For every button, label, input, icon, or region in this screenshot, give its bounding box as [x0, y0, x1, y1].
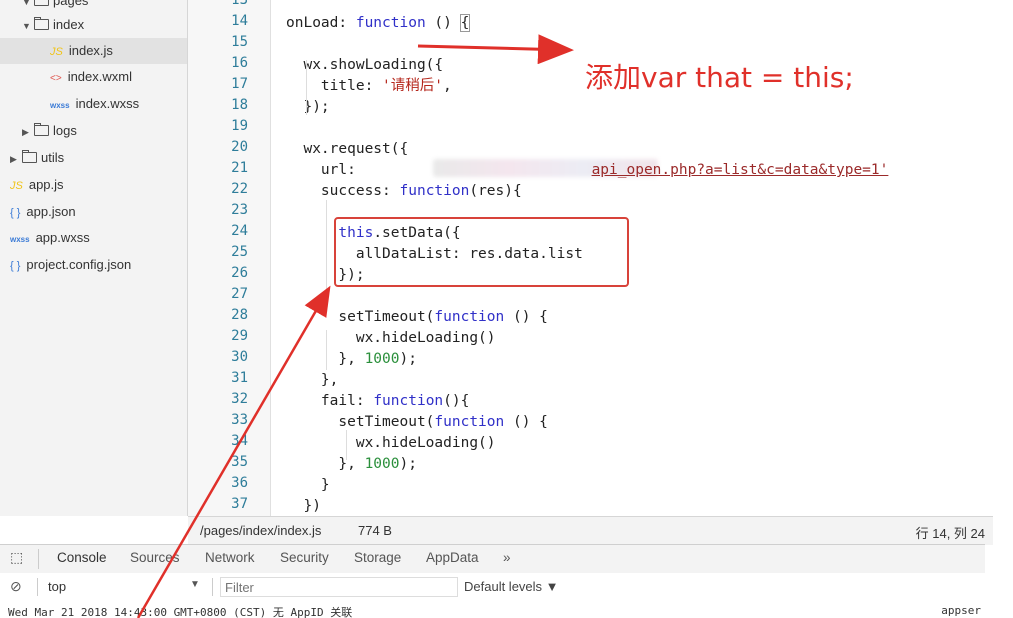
- arrow-to-setdata: [136, 285, 331, 618]
- arrow-to-annotation: [417, 34, 574, 65]
- annotation-arrows: [136, 34, 574, 618]
